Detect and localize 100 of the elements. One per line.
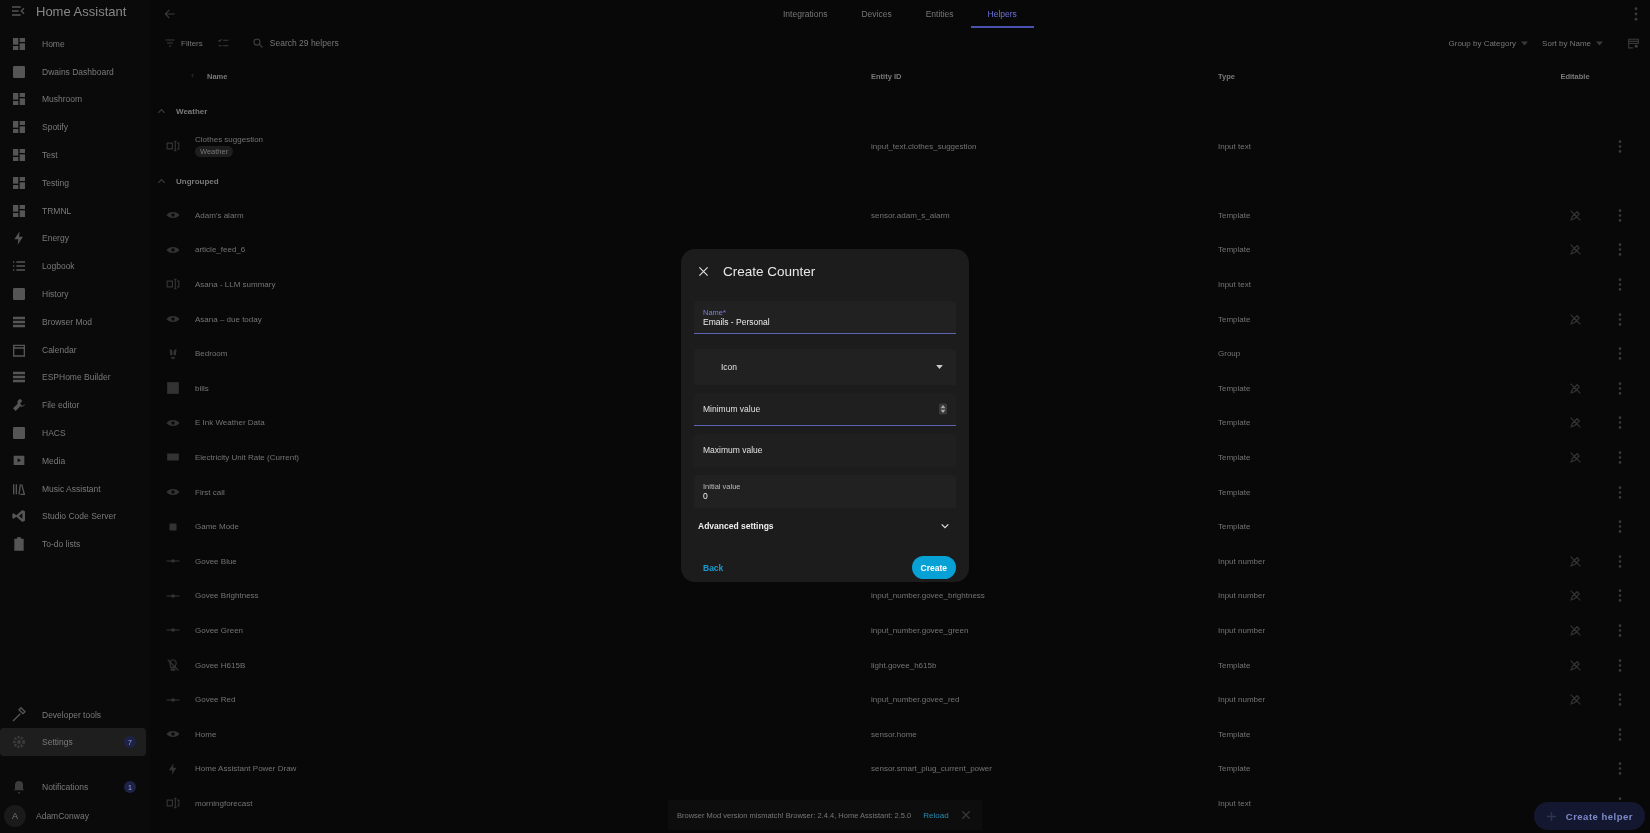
hammer-icon	[11, 706, 27, 723]
spinner-icon[interactable]	[939, 403, 947, 415]
helper-name: Electricity Unit Rate (Current)	[195, 452, 300, 462]
more-icon[interactable]	[1618, 278, 1622, 291]
group-header[interactable]: Ungrouped	[150, 164, 1650, 198]
square-icon	[11, 425, 27, 442]
sidebar-item[interactable]: Media	[0, 446, 146, 475]
sidebar-item[interactable]: Mushroom	[0, 85, 146, 114]
helper-type: Template	[1218, 418, 1251, 428]
textbox-icon	[165, 139, 180, 153]
helper-type: Template	[1218, 314, 1251, 324]
more-icon[interactable]	[1634, 7, 1638, 21]
tab[interactable]: Entities	[908, 0, 971, 28]
grid-icon	[11, 35, 27, 52]
more-icon[interactable]	[1618, 520, 1622, 534]
entity-id: input_number.govee_red	[871, 695, 960, 705]
helper-type: Template	[1218, 522, 1251, 532]
advanced-settings-expander[interactable]: Advanced settings	[694, 509, 956, 543]
sidebar-item[interactable]: Test	[0, 141, 146, 169]
helper-name: Govee Blue	[195, 556, 237, 566]
plus-icon	[1545, 810, 1557, 822]
more-icon[interactable]	[1618, 208, 1622, 222]
sidebar-item[interactable]: Studio Code Server	[0, 502, 146, 531]
more-icon[interactable]	[1618, 727, 1622, 741]
sidebar-item[interactable]: HACS	[0, 419, 146, 447]
sidebar-item[interactable]: Home	[0, 30, 146, 58]
more-icon[interactable]	[1618, 693, 1622, 707]
menu-icon[interactable]	[10, 3, 26, 19]
reload-link[interactable]: Reload	[923, 810, 949, 820]
wrench-icon	[11, 397, 27, 414]
sidebar-item[interactable]: Spotify	[0, 113, 146, 142]
grid-icon	[11, 174, 27, 191]
more-icon[interactable]	[1618, 347, 1622, 361]
entity-id: sensor.adam_s_alarm	[871, 210, 950, 220]
sidebar-item[interactable]: Logbook	[0, 252, 146, 281]
caret-icon	[1596, 40, 1603, 46]
app-title: Home Assistant	[36, 3, 127, 19]
helper-name: Govee Brightness	[195, 591, 259, 601]
sidebar-item[interactable]: Developer tools	[0, 700, 146, 729]
more-icon[interactable]	[1618, 658, 1622, 672]
create-button[interactable]: Create	[911, 556, 956, 579]
helper-type: Template	[1218, 210, 1251, 220]
tab[interactable]: Helpers	[970, 0, 1034, 28]
table-settings-icon[interactable]	[1627, 36, 1640, 50]
user-avatar[interactable]: A	[4, 805, 26, 827]
sidebar-item[interactable]: Testing	[0, 169, 146, 197]
more-icon[interactable]	[1618, 554, 1622, 568]
entity-id: sensor.smart_plug_current_power	[871, 764, 992, 774]
icon-picker[interactable]: Icon	[694, 349, 956, 385]
helper-name: Adam's alarm	[195, 210, 244, 220]
more-icon[interactable]	[1618, 623, 1622, 637]
more-icon[interactable]	[1618, 243, 1622, 257]
helper-name: Home Assistant Power Draw	[195, 764, 297, 774]
chevron-icon	[940, 521, 950, 531]
helper-type: Group	[1218, 349, 1241, 359]
tab[interactable]: Integrations	[766, 0, 845, 28]
entity-id: input_text.clothes_suggestion	[871, 141, 977, 151]
grid-icon	[11, 147, 27, 164]
more-icon[interactable]	[1618, 450, 1622, 464]
sidebar-item[interactable]: Dwains Dashboard	[0, 57, 146, 86]
caret-icon	[936, 364, 943, 369]
more-icon[interactable]	[1618, 139, 1622, 153]
sidebar-item[interactable]: TRMNL	[0, 196, 146, 225]
group-by-dropdown[interactable]: Group by Category	[1448, 38, 1529, 48]
tab[interactable]: Devices	[844, 0, 909, 28]
sidebar-item[interactable]: Browser Mod	[0, 307, 146, 336]
sidebar-item[interactable]: File editor	[0, 391, 146, 420]
code-icon	[11, 508, 27, 525]
sidebar-item[interactable]: Calendar	[0, 335, 146, 364]
group-header[interactable]: Weather	[150, 94, 1650, 128]
clipboard-icon	[11, 536, 27, 553]
sidebar-item[interactable]: Energy	[0, 224, 146, 253]
back-link[interactable]: Back	[703, 562, 724, 573]
grid-icon	[11, 91, 27, 108]
sidebar-item[interactable]: History	[0, 280, 146, 308]
helper-type: Input text	[1218, 141, 1251, 151]
more-icon[interactable]	[1618, 762, 1622, 776]
grid-icon	[11, 119, 27, 136]
search-field[interactable]: Search 29 helpers	[251, 37, 390, 49]
more-icon[interactable]	[1618, 312, 1622, 326]
helper-type: Input number	[1218, 591, 1266, 601]
sidebar-item[interactable]: To-do lists	[0, 530, 146, 559]
helper-type: Input text	[1218, 798, 1251, 808]
create-helper-button[interactable]: Create helper	[1533, 802, 1645, 830]
helper-name: Game Mode	[195, 522, 240, 532]
bell-icon	[11, 779, 27, 796]
sidebar-item[interactable]: ESPHome Builder	[0, 363, 146, 392]
gear-icon	[11, 734, 27, 751]
back-arrow-icon[interactable]	[163, 7, 177, 21]
more-icon[interactable]	[1618, 381, 1622, 395]
more-icon[interactable]	[1618, 589, 1622, 603]
filters-button[interactable]: Filters	[164, 37, 203, 49]
more-icon[interactable]	[1618, 416, 1622, 430]
sort-by-dropdown[interactable]: Sort by Name	[1542, 38, 1603, 48]
more-icon[interactable]	[1618, 485, 1622, 499]
entity-id: sensor.home	[871, 729, 917, 739]
user-name[interactable]: AdamConway	[36, 811, 150, 821]
helper-type: Template	[1218, 452, 1251, 462]
sidebar-item[interactable]: Music Assistant	[0, 474, 146, 503]
bulboff-icon	[165, 658, 180, 672]
